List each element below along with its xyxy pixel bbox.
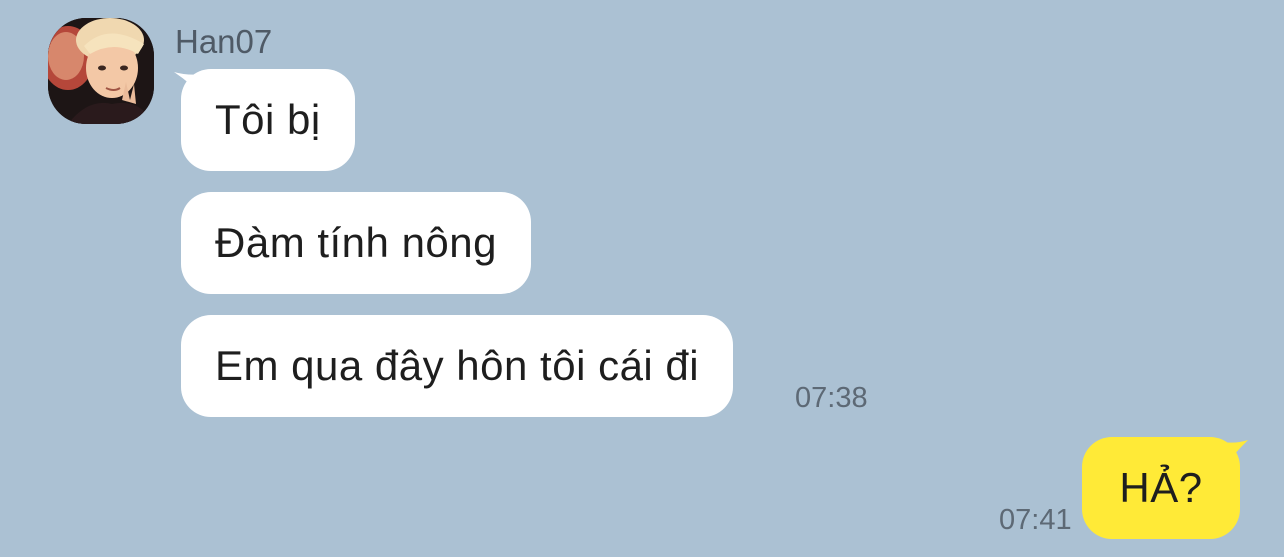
message-bubble-outgoing[interactable]: HẢ? bbox=[1082, 437, 1240, 539]
profile-photo-icon bbox=[48, 18, 154, 124]
chat-area[interactable]: Han07 Tôi bị Đàm tính nông Em qua đây hô… bbox=[0, 0, 1284, 557]
message-bubble-incoming[interactable]: Tôi bị bbox=[181, 69, 355, 171]
message-bubble-incoming[interactable]: Đàm tính nông bbox=[181, 192, 532, 294]
message-timestamp: 07:38 bbox=[795, 382, 868, 414]
message-bubble-incoming[interactable]: Em qua đây hôn tôi cái đi bbox=[181, 315, 734, 417]
avatar[interactable] bbox=[48, 18, 154, 124]
sender-name: Han07 bbox=[175, 23, 273, 60]
message-timestamp: 07:41 bbox=[999, 504, 1072, 536]
